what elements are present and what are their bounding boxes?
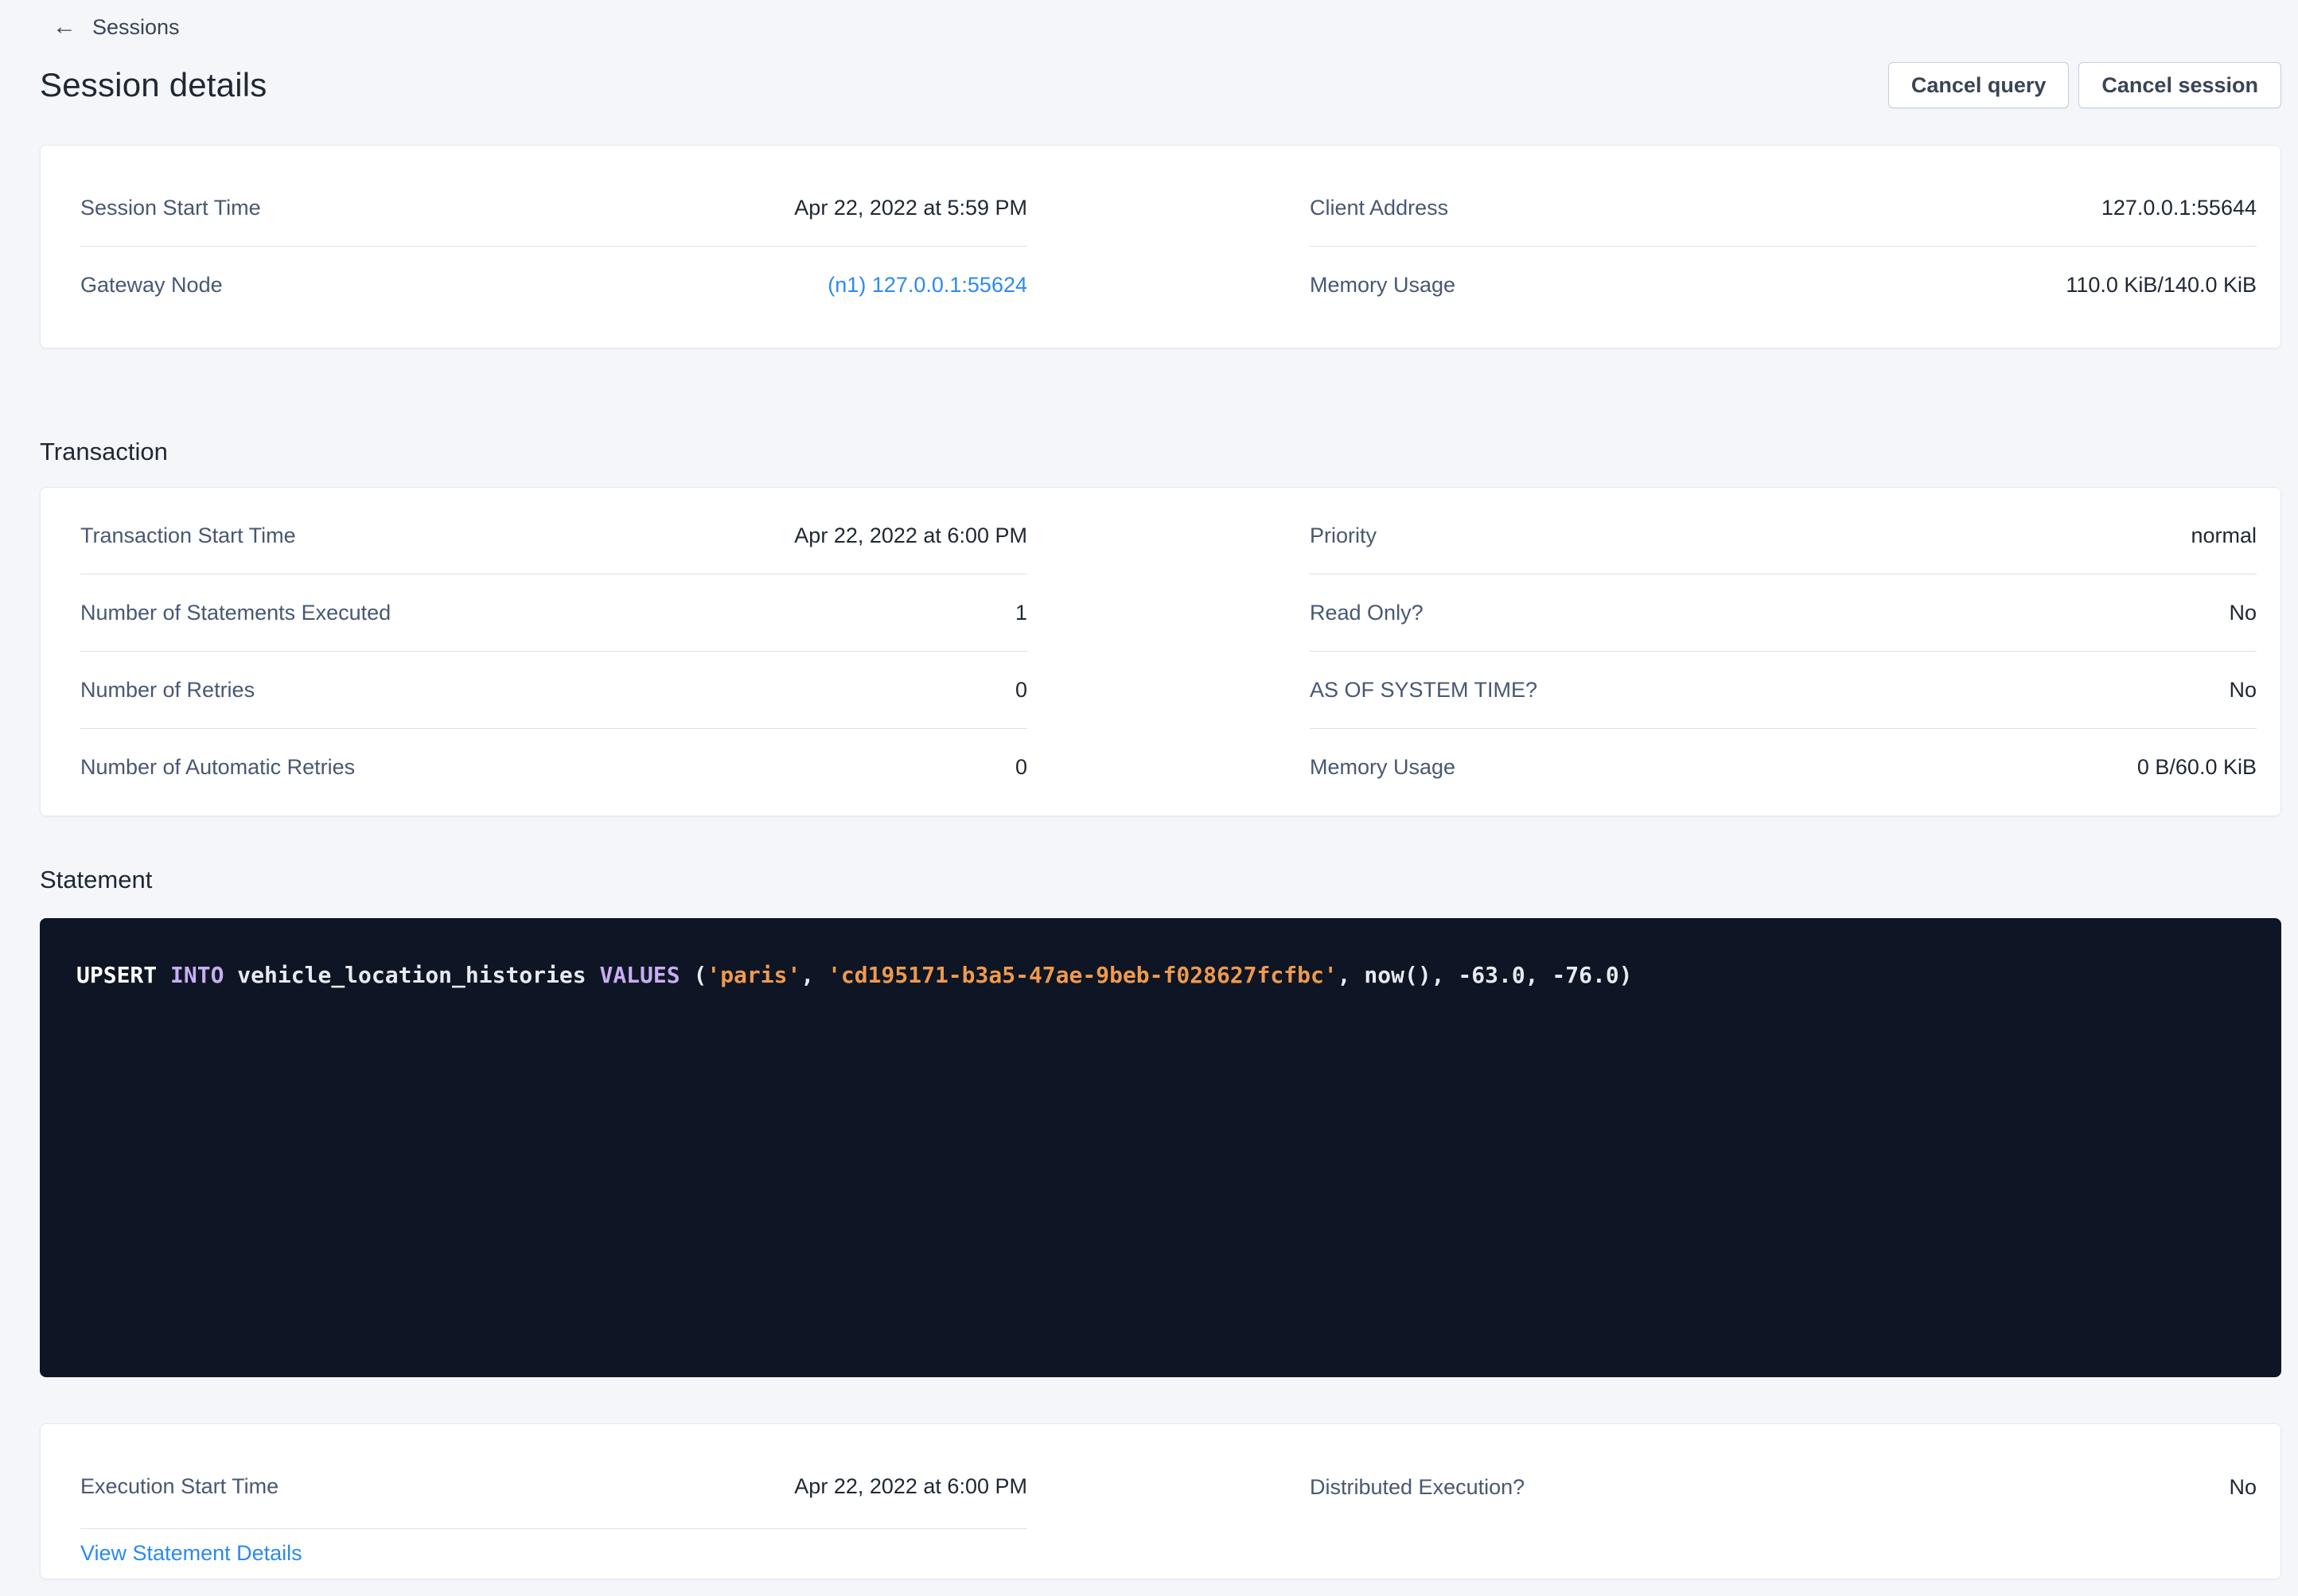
kv-value: 127.0.0.1:55644 [2101, 196, 2257, 220]
kv-value: 0 [1015, 678, 1027, 703]
page-title: Session details [40, 66, 267, 104]
kv-label: Number of Automatic Retries [80, 755, 355, 780]
sql-token: VALUES [599, 962, 680, 988]
kv-row-session-start-time: Session Start Time Apr 22, 2022 at 5:59 P… [80, 169, 1027, 247]
breadcrumb: ← Sessions [0, 0, 2298, 41]
cancel-query-button[interactable]: Cancel query [1888, 62, 2070, 108]
kv-label: Gateway Node [80, 273, 223, 298]
sql-statement: UPSERT INTO vehicle_location_histories V… [76, 960, 2245, 992]
kv-label: Session Start Time [80, 196, 261, 220]
kv-value: 110.0 KiB/140.0 KiB [2066, 273, 2257, 298]
kv-value: normal [2191, 524, 2257, 548]
kv-row-memory-usage: Memory Usage 0 B/60.0 KiB [1310, 729, 2257, 806]
kv-value: 1 [1015, 601, 1027, 625]
kv-label: AS OF SYSTEM TIME? [1310, 678, 1537, 703]
kv-label: Number of Statements Executed [80, 601, 391, 625]
page-header: Session details Cancel query Cancel sess… [40, 59, 2281, 111]
sql-token: INTO [170, 962, 224, 988]
kv-row-number-of-statements-executed: Number of Statements Executed 1 [80, 574, 1027, 652]
sql-token: , now(), -63.0, -76.0) [1338, 962, 1633, 988]
kv-row-transaction-start-time: Transaction Start Time Apr 22, 2022 at 6:… [80, 497, 1027, 574]
kv-label: Client Address [1310, 196, 1448, 220]
kv-row-gateway-node: Gateway Node (n1) 127.0.0.1:55624 [80, 247, 1027, 324]
back-arrow-icon[interactable]: ← [53, 15, 76, 39]
kv-row-execution-start-time: Execution Start Time Apr 22, 2022 at 6:00… [80, 1445, 1027, 1529]
kv-row-as-of-system-time: AS OF SYSTEM TIME? No [1310, 652, 2257, 729]
cancel-session-button[interactable]: Cancel session [2078, 62, 2281, 108]
kv-row-distributed-execution: Distributed Execution? No [1310, 1445, 2257, 1529]
kv-label: Read Only? [1310, 601, 1424, 625]
execution-card-left-column: Execution Start Time Apr 22, 2022 at 6:00… [80, 1445, 1027, 1578]
statement-code-block: UPSERT INTO vehicle_location_histories V… [40, 918, 2281, 1377]
transaction-heading: Transaction [40, 438, 2281, 466]
kv-value: No [2229, 678, 2257, 703]
kv-label: Execution Start Time [80, 1474, 278, 1499]
kv-value[interactable]: (n1) 127.0.0.1:55624 [828, 273, 1027, 298]
kv-value: No [2229, 1475, 2257, 1500]
transaction-card-left-column: Transaction Start Time Apr 22, 2022 at 6:… [80, 497, 1027, 806]
kv-value: No [2229, 601, 2257, 625]
kv-value: 0 B/60.0 KiB [2137, 755, 2257, 780]
transaction-card: Transaction Start Time Apr 22, 2022 at 6:… [40, 487, 2281, 816]
sql-token [157, 962, 170, 988]
statement-heading: Statement [40, 866, 2281, 894]
kv-label: Memory Usage [1310, 755, 1455, 780]
session-card-left-column: Session Start Time Apr 22, 2022 at 5:59 P… [80, 169, 1027, 324]
sql-token: , [800, 962, 828, 988]
kv-row-priority: Priority normal [1310, 497, 2257, 574]
kv-label: Memory Usage [1310, 273, 1455, 298]
view-statement-details-link[interactable]: View Statement Details [80, 1541, 302, 1566]
kv-row-client-address: Client Address 127.0.0.1:55644 [1310, 169, 2257, 247]
kv-value: 0 [1015, 755, 1027, 780]
header-actions: Cancel query Cancel session [1888, 62, 2281, 108]
kv-label: Priority [1310, 524, 1377, 548]
breadcrumb-sessions-link[interactable]: Sessions [92, 15, 180, 40]
session-summary-card: Session Start Time Apr 22, 2022 at 5:59 P… [40, 145, 2281, 348]
kv-row-number-of-automatic-retries: Number of Automatic Retries 0 [80, 729, 1027, 806]
kv-value: Apr 22, 2022 at 6:00 PM [794, 524, 1027, 548]
session-card-right-column: Client Address 127.0.0.1:55644 Memory Usag… [1310, 169, 2257, 324]
transaction-card-right-column: PrioritynormalRead Only?NoAS OF SYSTEM T… [1310, 497, 2257, 806]
kv-label: Transaction Start Time [80, 524, 296, 548]
kv-row-read-only: Read Only? No [1310, 574, 2257, 652]
sql-token: vehicle_location_histories [224, 962, 599, 988]
sql-token: 'cd195171-b3a5-47ae-9beb-f028627fcfbc' [828, 962, 1338, 988]
kv-label: Number of Retries [80, 678, 255, 703]
execution-card-right-column: Distributed Execution? No [1310, 1445, 2257, 1578]
sql-token: 'paris' [707, 962, 800, 988]
page-content: Session Start Time Apr 22, 2022 at 5:59 P… [40, 145, 2281, 1579]
kv-row-number-of-retries: Number of Retries 0 [80, 652, 1027, 729]
kv-label: Distributed Execution? [1310, 1475, 1525, 1500]
sql-token: ( [680, 962, 707, 988]
kv-value: Apr 22, 2022 at 5:59 PM [794, 196, 1027, 220]
sql-token: UPSERT [76, 962, 157, 988]
kv-value: Apr 22, 2022 at 6:00 PM [794, 1474, 1027, 1499]
execution-card: Execution Start Time Apr 22, 2022 at 6:00… [40, 1423, 2281, 1579]
kv-row-memory-usage: Memory Usage 110.0 KiB/140.0 KiB [1310, 247, 2257, 324]
